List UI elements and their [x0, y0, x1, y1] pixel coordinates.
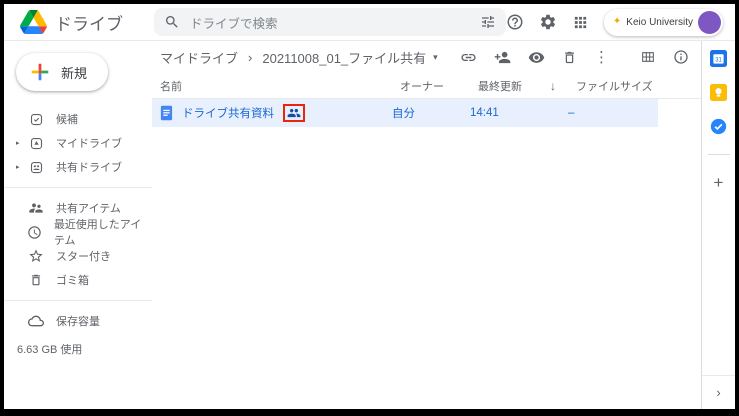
- right-side-panel: 31 + ›: [701, 41, 735, 409]
- sidebar-item-label: 共有ドライブ: [56, 159, 122, 175]
- sidebar-divider: [4, 300, 152, 301]
- sidebar-item-label: 候補: [56, 111, 78, 127]
- my-drive-icon: [28, 136, 44, 151]
- breadcrumb-current[interactable]: 20211008_01_ファイル共有: [262, 48, 426, 67]
- sidebar-item-label: 共有アイテム: [56, 200, 121, 216]
- column-header-modified[interactable]: 最終更新: [478, 78, 550, 94]
- sidebar-item-label: 最近使用したアイテム: [54, 216, 152, 248]
- file-name-label: ドライブ共有資料: [182, 105, 274, 121]
- help-icon[interactable]: [506, 13, 524, 31]
- account-badge[interactable]: ✦ Keio University: [604, 9, 723, 36]
- share-person-add-icon[interactable]: [494, 49, 511, 66]
- new-button-label: 新規: [61, 63, 87, 82]
- column-header-name[interactable]: 名前: [160, 78, 400, 94]
- delete-icon[interactable]: [562, 50, 577, 65]
- star-icon: [28, 248, 44, 264]
- account-org-label: Keio University: [626, 17, 693, 28]
- breadcrumb-separator-icon: ›: [248, 50, 252, 65]
- file-size-cell: –: [568, 107, 658, 119]
- sidebar-divider: [4, 187, 152, 188]
- grid-view-toggle-icon[interactable]: [640, 49, 656, 65]
- main-content: マイドライブ › 20211008_01_ファイル共有 ▾: [152, 41, 701, 409]
- sidebar-item-shared-drives[interactable]: ▸ 共有ドライブ: [4, 155, 152, 179]
- storage-used-label: 6.63 GB 使用: [4, 341, 152, 357]
- people-icon: [28, 200, 44, 216]
- sort-direction-icon[interactable]: ↓: [550, 79, 576, 93]
- search-options-icon[interactable]: [480, 14, 496, 30]
- column-header-size[interactable]: ファイルサイズ: [576, 78, 701, 94]
- top-header: ドライブ ドライブで検索 ✦ Keio University: [4, 4, 735, 41]
- keio-logo-icon: ✦: [613, 17, 621, 27]
- google-keep-icon[interactable]: [710, 84, 727, 101]
- sidebar-item-label: ゴミ箱: [56, 272, 89, 288]
- svg-text:31: 31: [715, 57, 722, 63]
- expand-arrow-icon[interactable]: ▸: [16, 139, 28, 147]
- new-button[interactable]: 新規: [16, 53, 108, 91]
- multicolor-plus-icon: [29, 61, 51, 83]
- file-name-cell: ドライブ共有資料: [160, 104, 392, 122]
- get-link-icon[interactable]: [460, 49, 477, 66]
- shared-drive-icon: [28, 160, 44, 175]
- sidebar-item-label: 保存容量: [56, 313, 100, 329]
- sidebar-item-suggestions[interactable]: 候補: [4, 107, 152, 131]
- trash-icon: [28, 273, 44, 287]
- column-header-owner[interactable]: オーナー: [400, 78, 478, 94]
- details-info-icon[interactable]: [673, 49, 689, 65]
- left-sidebar: 新規 候補 ▸ マイドライブ ▸ 共有: [4, 41, 152, 409]
- breadcrumb-root[interactable]: マイドライブ: [160, 48, 238, 67]
- cloud-icon: [28, 313, 44, 329]
- header-actions: ✦ Keio University: [506, 9, 723, 36]
- google-apps-grid-icon[interactable]: [572, 14, 589, 31]
- sidebar-item-storage[interactable]: 保存容量: [4, 309, 152, 333]
- settings-gear-icon[interactable]: [539, 13, 557, 31]
- search-placeholder: ドライブで検索: [190, 13, 470, 32]
- app-body: 新規 候補 ▸ マイドライブ ▸ 共有: [4, 41, 735, 409]
- file-row-selected[interactable]: ドライブ共有資料 自分 14:41 –: [152, 99, 658, 127]
- app-window: ドライブ ドライブで検索 ✦ Keio University: [0, 0, 739, 416]
- side-panel-divider: [708, 154, 730, 155]
- clock-icon: [27, 225, 42, 240]
- search-input[interactable]: ドライブで検索: [154, 8, 506, 36]
- collapse-panel-chevron-icon[interactable]: ›: [702, 375, 735, 409]
- google-docs-file-icon: [160, 105, 173, 121]
- sidebar-item-recent[interactable]: 最近使用したアイテム: [4, 220, 152, 244]
- google-tasks-icon[interactable]: [710, 118, 727, 135]
- sidebar-item-my-drive[interactable]: ▸ マイドライブ: [4, 131, 152, 155]
- user-avatar[interactable]: [698, 11, 721, 34]
- breadcrumb-dropdown-icon[interactable]: ▾: [433, 52, 438, 63]
- add-addon-icon[interactable]: +: [714, 174, 724, 191]
- file-modified-cell: 14:41: [470, 107, 542, 119]
- drive-logo-icon: [20, 10, 47, 34]
- expand-arrow-icon[interactable]: ▸: [16, 163, 28, 171]
- google-calendar-icon[interactable]: 31: [710, 50, 727, 67]
- sidebar-item-label: スター付き: [56, 248, 111, 264]
- preview-eye-icon[interactable]: [528, 49, 545, 66]
- app-title: ドライブ: [55, 10, 123, 35]
- selection-toolbar: ⋮: [460, 49, 689, 66]
- sidebar-item-trash[interactable]: ゴミ箱: [4, 268, 152, 292]
- shared-people-icon: [287, 107, 301, 119]
- search-icon[interactable]: [164, 14, 180, 30]
- breadcrumb: マイドライブ › 20211008_01_ファイル共有 ▾: [152, 41, 701, 73]
- annotation-red-box: [283, 104, 305, 122]
- sidebar-item-label: マイドライブ: [56, 135, 122, 151]
- drive-logo-area[interactable]: ドライブ: [20, 10, 154, 35]
- file-list-header: 名前 オーナー 最終更新 ↓ ファイルサイズ: [152, 73, 701, 99]
- file-owner-cell: 自分: [392, 105, 470, 121]
- check-square-icon: [28, 112, 44, 127]
- more-options-icon[interactable]: ⋮: [594, 50, 609, 65]
